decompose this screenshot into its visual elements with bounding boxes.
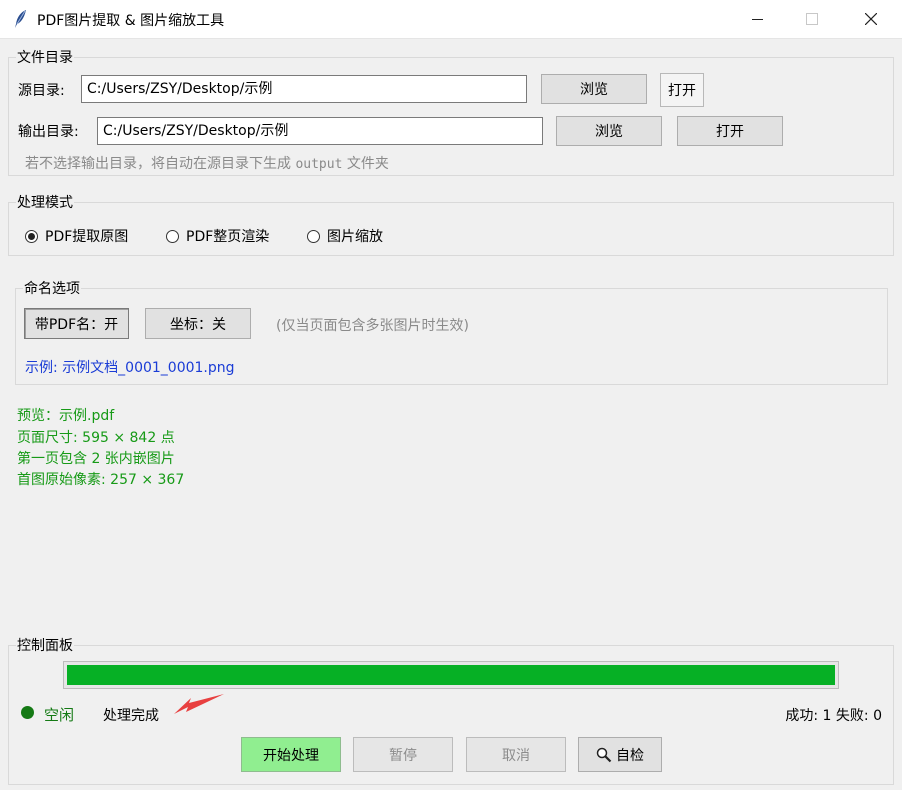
mode-radio-resize[interactable]: 图片缩放 [307, 226, 383, 246]
coords-hint: (仅当页面包含多张图片时生效) [276, 318, 469, 334]
control-group-title: 控制面板 [16, 635, 74, 655]
output-browse-button[interactable]: 浏览 [556, 116, 662, 146]
output-hint-suffix: 文件夹 [346, 156, 389, 172]
status-idle-label: 空闲 [44, 706, 75, 724]
progress-fill [67, 665, 835, 685]
preview-page-size: 页面尺寸: 595 × 842 点 [17, 430, 175, 446]
annotation-arrow-icon [174, 694, 224, 714]
output-hint-prefix: 若不选择输出目录，将自动在源目录下生成 [25, 156, 291, 172]
output-label: 输出目录: [18, 124, 79, 140]
source-browse-button[interactable]: 浏览 [541, 74, 647, 104]
mode-group-title: 处理模式 [16, 192, 74, 212]
radio-unselected-icon [166, 229, 179, 243]
selfcheck-label: 自检 [616, 747, 644, 764]
source-dir-input[interactable]: C:/Users/ZSY/Desktop/示例 [81, 75, 527, 103]
magnifier-icon [596, 747, 612, 762]
cancel-button[interactable]: 取消 [466, 737, 566, 772]
radio-unselected-icon [307, 229, 320, 243]
mode-radio-render[interactable]: PDF整页渲染 [166, 226, 269, 246]
close-button[interactable] [842, 0, 900, 38]
preview-image-count: 第一页包含 2 张内嵌图片 [17, 451, 175, 467]
mode-group [8, 202, 894, 256]
output-hint-folder-name: output [295, 157, 343, 172]
mode-radio-render-label: PDF整页渲染 [186, 229, 270, 245]
naming-example: 示例: 示例文档_0001_0001.png [25, 360, 235, 376]
output-open-button[interactable]: 打开 [677, 116, 783, 146]
window-title: PDF图片提取 & 图片缩放工具 [37, 13, 225, 29]
status-indicator-dot [21, 706, 34, 719]
mode-radio-resize-label: 图片缩放 [327, 229, 383, 245]
source-label: 源目录: [18, 83, 65, 99]
mode-radio-extract[interactable]: PDF提取原图 [25, 226, 128, 246]
naming-group-title: 命名选项 [23, 278, 81, 298]
source-open-button[interactable]: 打开 [660, 73, 704, 107]
mode-radio-extract-label: PDF提取原图 [45, 229, 129, 245]
minimize-button[interactable] [728, 0, 786, 38]
close-icon [865, 13, 877, 25]
status-message: 处理完成 [103, 708, 159, 724]
pdf-name-toggle-button[interactable]: 带PDF名：开 [24, 308, 129, 339]
output-hint: 若不选择输出目录，将自动在源目录下生成 output 文件夹 [25, 153, 389, 173]
preview-first-image-size: 首图原始像素: 257 × 367 [17, 472, 185, 488]
minimize-icon [751, 18, 763, 20]
output-dir-input[interactable]: C:/Users/ZSY/Desktop/示例 [97, 117, 543, 145]
feather-icon [15, 10, 26, 28]
directory-group-title: 文件目录 [16, 47, 74, 67]
result-counts: 成功: 1 失败: 0 [785, 708, 882, 724]
start-button[interactable]: 开始处理 [241, 737, 341, 772]
maximize-button[interactable] [783, 0, 841, 38]
coords-toggle-button[interactable]: 坐标：关 [145, 308, 251, 339]
title-bar: PDF图片提取 & 图片缩放工具 [0, 0, 902, 39]
maximize-icon [806, 13, 818, 25]
selfcheck-button[interactable]: 自检 [578, 737, 662, 772]
pause-button[interactable]: 暂停 [353, 737, 453, 772]
progress-bar [63, 661, 839, 689]
preview-file: 预览：示例.pdf [17, 408, 115, 424]
radio-selected-icon [25, 229, 38, 243]
